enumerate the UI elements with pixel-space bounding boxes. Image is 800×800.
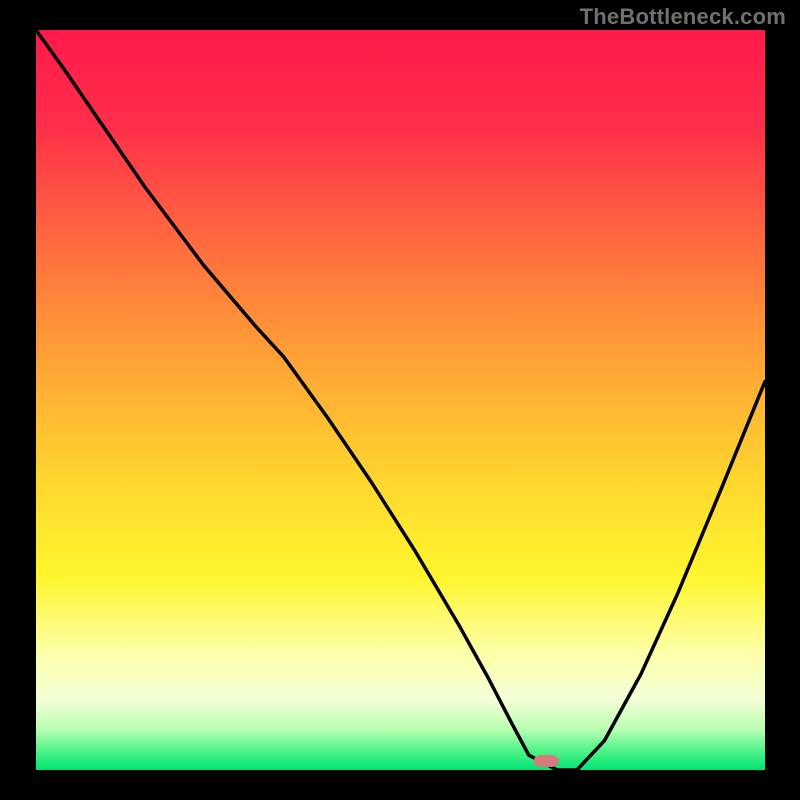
bottleneck-chart bbox=[0, 0, 800, 800]
gradient-background bbox=[36, 30, 765, 770]
chart-frame: TheBottleneck.com bbox=[0, 0, 800, 800]
watermark-text: TheBottleneck.com bbox=[580, 4, 786, 30]
optimal-marker bbox=[534, 755, 560, 767]
